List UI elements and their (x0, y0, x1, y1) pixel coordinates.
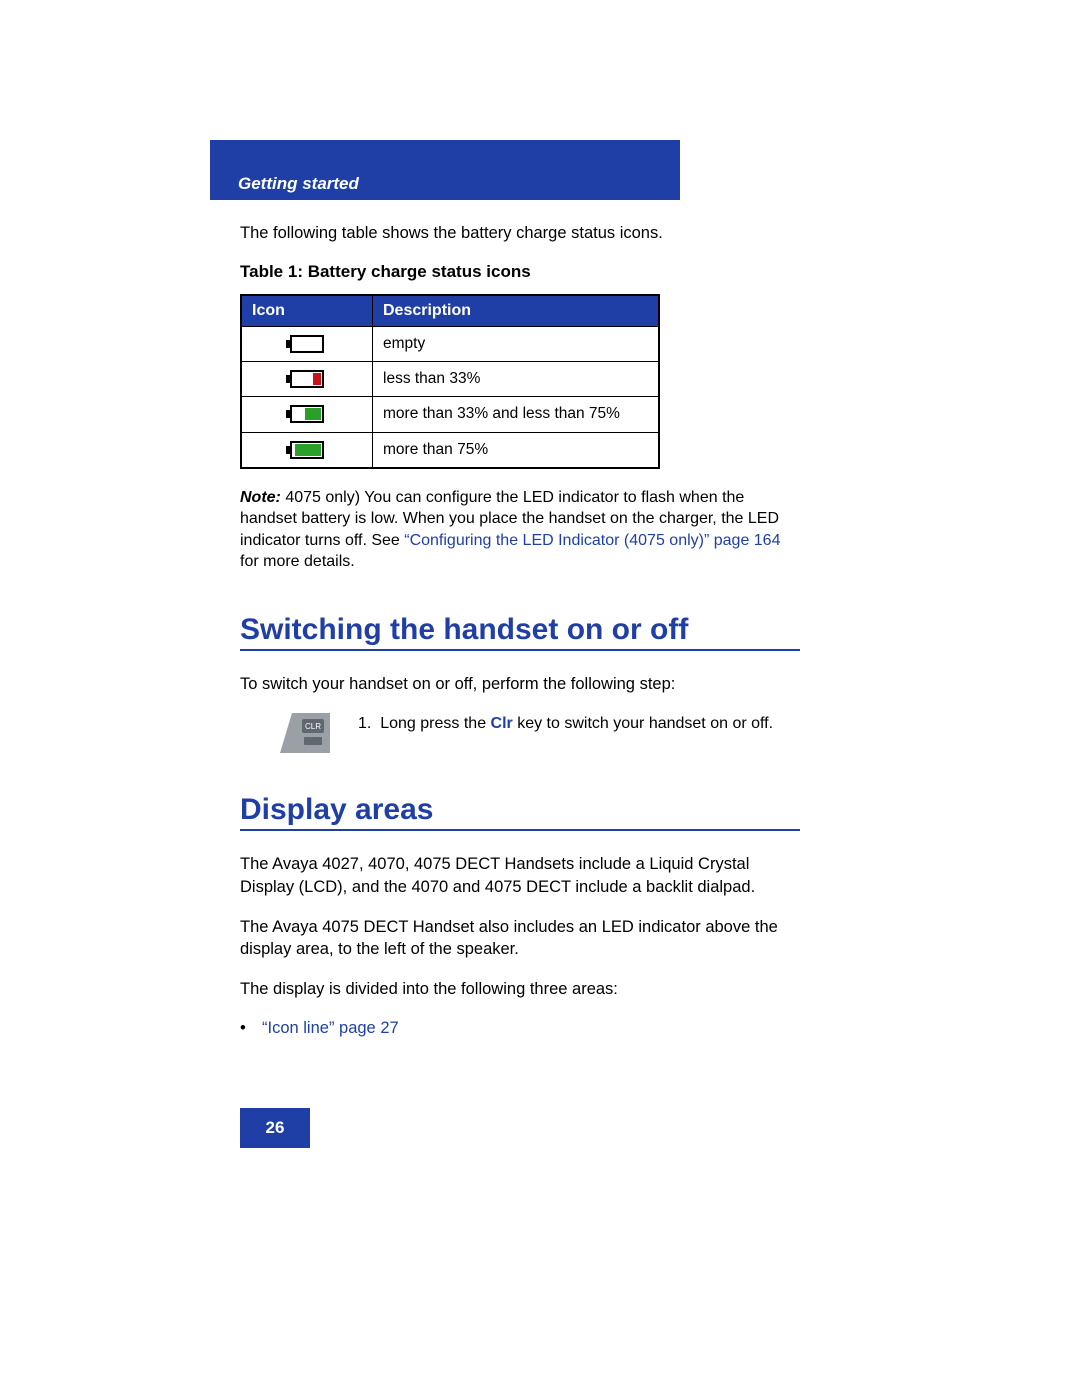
note-paragraph: Note: 4075 only) You can configure the L… (240, 487, 800, 573)
cross-reference-link[interactable]: “Icon line” page 27 (262, 1019, 399, 1037)
table-cell-description: more than 75% (373, 432, 660, 468)
step-before: Long press the (380, 715, 490, 732)
step-row: CLR 1. Long press the Clr key to switch … (280, 713, 800, 753)
document-page: Getting started The following table show… (0, 0, 1080, 1208)
table-row: less than 33% (241, 362, 659, 397)
battery-high-icon (241, 432, 373, 468)
display-areas-para2: The Avaya 4075 DECT Handset also include… (240, 916, 800, 961)
step-number: 1. (358, 715, 371, 732)
svg-text:CLR: CLR (305, 722, 321, 731)
page-number-box: 26 (240, 1108, 310, 1148)
switching-intro: To switch your handset on or off, perfor… (240, 673, 800, 695)
table-row: more than 33% and less than 75% (241, 397, 659, 432)
battery-mid-icon (241, 397, 373, 432)
heading-switching: Switching the handset on or off (240, 613, 800, 651)
table-cell-description: empty (373, 327, 660, 362)
step-after: key to switch your handset on or off. (513, 715, 773, 732)
battery-low-icon (241, 362, 373, 397)
bullet-icon: • (240, 1019, 262, 1038)
list-item: •“Icon line” page 27 (240, 1019, 800, 1038)
note-text-after: for more details. (240, 553, 355, 570)
clr-key-icon: CLR (280, 713, 330, 753)
cross-reference-link[interactable]: “Configuring the LED Indicator (4075 onl… (404, 532, 780, 549)
note-label: Note: (240, 489, 281, 506)
table-header-icon: Icon (241, 295, 373, 327)
key-name: Clr (491, 715, 513, 732)
page-number: 26 (266, 1118, 285, 1138)
content-column: The following table shows the battery ch… (240, 222, 800, 1148)
step-text: 1. Long press the Clr key to switch your… (358, 713, 773, 735)
table-cell-description: less than 33% (373, 362, 660, 397)
table-header-description: Description (373, 295, 660, 327)
battery-empty-icon (241, 327, 373, 362)
display-areas-para1: The Avaya 4027, 4070, 4075 DECT Handsets… (240, 853, 800, 898)
heading-display-areas: Display areas (240, 793, 800, 831)
display-areas-para3: The display is divided into the followin… (240, 978, 800, 1000)
header-band: Getting started (210, 140, 680, 200)
intro-text: The following table shows the battery ch… (240, 222, 800, 244)
table-cell-description: more than 33% and less than 75% (373, 397, 660, 432)
table-row: empty (241, 327, 659, 362)
section-title: Getting started (238, 174, 359, 194)
battery-status-table: Icon Description empty less than 33% mor… (240, 294, 660, 468)
table-row: more than 75% (241, 432, 659, 468)
table-caption: Table 1: Battery charge status icons (240, 262, 800, 282)
